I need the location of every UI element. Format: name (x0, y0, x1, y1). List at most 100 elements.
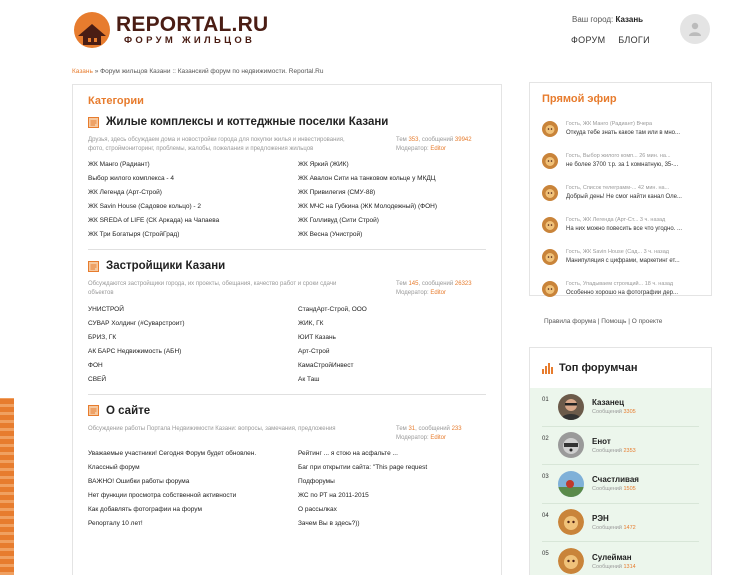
live-feed-item[interactable]: Гость, Упадываем строящий... 18 ч. назад… (542, 273, 699, 305)
subforum-link[interactable]: ЖИК, ГК (298, 318, 488, 330)
category-stats: Тем 353, сообщений 39942 Модератор: Edit… (396, 136, 486, 153)
messages-label: Сообщений (592, 486, 622, 493)
subforum-link[interactable]: ЖС по РТ на 2011-2015 (298, 490, 488, 502)
live-item-message[interactable]: не более 3700 т.р. за 1 комнатную, 35-..… (566, 161, 699, 170)
subforum-link[interactable]: СВЕЙ (88, 374, 298, 386)
moderator-link[interactable]: Editor (430, 146, 446, 152)
lion-avatar-icon (542, 153, 558, 169)
messages-label: , сообщений (418, 137, 454, 143)
subforum-link[interactable]: Выбор жилого комплекса - 4 (88, 173, 298, 185)
subforum-link[interactable]: ЮИТ Казань (298, 332, 488, 344)
top-user-item[interactable]: 05 Сулейман Сообщений 1314 (542, 542, 699, 575)
top-user-item[interactable]: 03 Счастливая Сообщений 1505 (542, 465, 699, 504)
user-name[interactable]: Енот (592, 436, 636, 447)
live-item-message[interactable]: Откуда тебе знать какое там или в мно... (566, 129, 699, 138)
nav-blogs[interactable]: БЛОГИ (618, 35, 650, 45)
subforum-link[interactable]: ЖК Голливуд (Сити Строй) (298, 215, 488, 227)
subforum-link[interactable]: СтандАрт-Строй, ООО (298, 304, 488, 316)
categories-title: Категории (88, 95, 144, 107)
live-item-message[interactable]: Добрый день! Не смог найти канал Олe... (566, 193, 699, 202)
moderator-link[interactable]: Editor (430, 435, 446, 441)
live-feed-item[interactable]: Гость, Выбор жилого комп... 26 мин. на..… (542, 145, 699, 177)
user-rank: 02 (542, 435, 549, 442)
breadcrumb-city[interactable]: Казань (72, 68, 93, 75)
category-description: Обсуждаются застройщики города, их проек… (88, 281, 337, 297)
subforum-link[interactable]: Баг при открытии сайта: "This page reque… (298, 462, 488, 474)
subforum-link[interactable]: ВАЖНО! Ошибки работы форума (88, 476, 298, 488)
subforum-link[interactable]: О рассылках (298, 504, 488, 516)
user-message-count: 1505 (623, 486, 636, 493)
subforum-link[interactable]: ЖК МЧС на Губкина (ЖК Молодежный) (ФОН) (298, 201, 488, 213)
messages-label: Сообщений (592, 524, 622, 531)
subforum-link[interactable]: Подфорумы (298, 476, 488, 488)
forum-doc-icon (88, 260, 99, 272)
raccoon-avatar[interactable] (558, 432, 584, 459)
page: REPORTAL.RU ФОРУМ ЖИЛЬЦОВ Ваш город: Каз… (14, 0, 756, 575)
user-message-count: 1472 (623, 524, 636, 531)
user-rank: 05 (542, 551, 549, 557)
subforum-link[interactable]: ЖК Savin House (Садовое кольцо) - 2 (88, 201, 298, 213)
live-item-meta: Гость, ЖК Манго (Радиант) Вчера (566, 121, 653, 128)
subforum-link[interactable]: ЖК Три Богатыря (СтройГрад) (88, 229, 298, 241)
live-item-message[interactable]: Манипуляция с цифрами, маркетинг ет... (566, 257, 699, 266)
user-name[interactable]: Сулейман (592, 552, 636, 563)
subforum-link[interactable]: СУВАР Холдинг (#Суварстроит) (88, 318, 298, 330)
live-feed-item[interactable]: Гость, ЖК Манго (Радиант) Вчера Откуда те… (542, 113, 699, 145)
subforum-link[interactable]: ФОН (88, 360, 298, 372)
logo-subtitle: ФОРУМ ЖИЛЬЦОВ (124, 35, 256, 46)
category-title[interactable]: Жилые комплексы и коттеджные поселки Каз… (106, 116, 388, 128)
live-feed-item[interactable]: Гость, ЖК Savin House (Сад... 3 ч. назад… (542, 241, 699, 273)
user-avatar[interactable] (680, 14, 710, 44)
live-feed-item[interactable]: Гость, ЖК Легенда (Арт-Ст... 3 ч. назад Н… (542, 209, 699, 241)
top-users-panel: Топ форумчан 01 Казанец Сообщений 3305 02… (529, 347, 712, 575)
subforum-link[interactable]: БРИЗ, ГК (88, 332, 298, 344)
category-title[interactable]: Застройщики Казани (106, 260, 225, 272)
nav-forum[interactable]: ФОРУМ (571, 35, 605, 45)
subforum-link[interactable]: Ак Таш (298, 374, 488, 386)
rules-link[interactable]: Правила форума (544, 318, 596, 325)
topics-label: Тем (396, 281, 407, 288)
subforum-link[interactable]: ЖК Яркий (ЖИК) (298, 159, 488, 171)
top-user-item[interactable]: 04 РЭН Сообщений 1472 (542, 504, 699, 542)
subforum-link[interactable]: Арт-Строй (298, 346, 488, 358)
live-item-message[interactable]: Особенно хорошо на фотографии дер... (566, 289, 699, 298)
photo-avatar[interactable] (558, 470, 584, 497)
category-title[interactable]: О сайте (106, 405, 150, 417)
user-name[interactable]: Казанец (592, 397, 636, 408)
city-selector[interactable]: Ваш город: Казань (572, 15, 643, 24)
top-user-item[interactable]: 01 Казанец Сообщений 3305 (542, 388, 699, 427)
user-icon (689, 22, 701, 36)
lion-avatar-icon[interactable] (558, 548, 584, 575)
lion-avatar-icon[interactable] (558, 509, 584, 536)
subforum-link[interactable]: УНИСТРОЙ (88, 304, 298, 316)
subforum-link[interactable]: ЖК Весна (Унистрой) (298, 229, 488, 241)
user-photo-avatar[interactable] (558, 393, 584, 420)
subforum-link[interactable]: Репорталу 10 лет! (88, 518, 298, 530)
about-link[interactable]: О проекте (632, 318, 663, 325)
messages-label: Сообщений (592, 447, 622, 454)
subforum-link[interactable]: Зачем Вы в здесь?)) (298, 518, 488, 530)
subforum-link[interactable]: Как добавлять фотографии на форум (88, 504, 298, 516)
subforum-link[interactable]: КамаСтройИнвест (298, 360, 488, 372)
city-value[interactable]: Казань (615, 15, 643, 24)
subforum-link[interactable]: Нет функции просмотра собственной активн… (88, 490, 298, 502)
user-name[interactable]: РЭН (592, 513, 636, 524)
subforum-link[interactable]: Рейтинг ... я стою на асфальте ... (298, 448, 488, 460)
user-name[interactable]: Счастливая (592, 474, 639, 485)
category-description: Друзья, здесь обсуждаем дома и новострой… (88, 137, 345, 152)
subforum-link[interactable]: ЖК Привилегия (СМУ-88) (298, 187, 488, 199)
live-feed-panel: Прямой эфир Гость, ЖК Манго (Радиант) Вч… (529, 82, 712, 297)
help-link[interactable]: Помощь (601, 318, 626, 325)
live-feed-item[interactable]: Гость, Список телеграмм-... 42 мин. на..… (542, 177, 699, 209)
subforum-link[interactable]: ЖК Манго (Радиант) (88, 159, 298, 171)
subforum-link[interactable]: Классный форум (88, 462, 298, 474)
live-item-message[interactable]: На них можно повесить все что угодно. ..… (566, 225, 699, 234)
subforum-link[interactable]: ЖК SREDA of LIFE (СК Аркада) на Чапаева (88, 215, 298, 227)
subforum-link[interactable]: АК БАРС Недвижимость (АБН) (88, 346, 298, 358)
messages-label: , сообщений (415, 425, 450, 432)
subforum-link[interactable]: Уважаемые участники! Сегодня Форум будет… (88, 448, 298, 460)
subforum-link[interactable]: ЖК Легенда (Арт-Строй) (88, 187, 298, 199)
moderator-link[interactable]: Editor (430, 290, 446, 296)
subforum-link[interactable]: ЖК Авалон Сити на танковом кольце у МКДЦ (298, 173, 488, 185)
top-user-item[interactable]: 02 Енот Сообщений 2353 (542, 427, 699, 465)
